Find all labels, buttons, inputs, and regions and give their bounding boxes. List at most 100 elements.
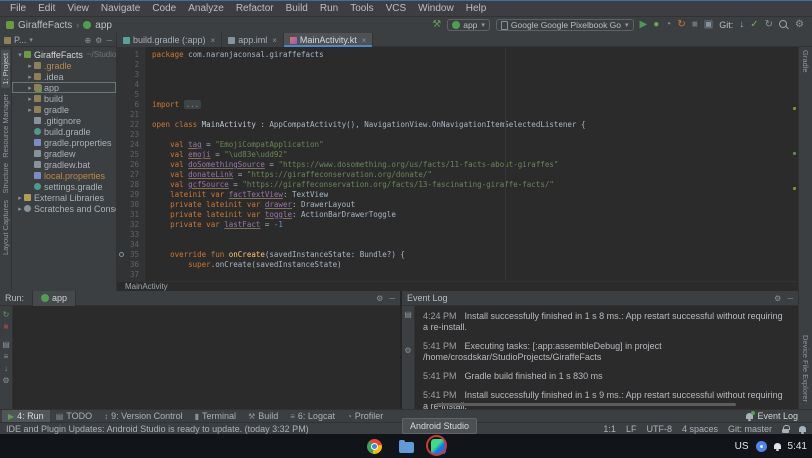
hide-panel-icon[interactable]: ─ <box>389 294 395 303</box>
settings-gear-icon[interactable]: ⚙ <box>795 20 804 30</box>
gutter-line-number[interactable]: 21 <box>117 110 145 120</box>
git-revert-icon[interactable]: ↻ <box>765 20 773 30</box>
profiler-button-icon[interactable]: ◔ <box>665 20 671 30</box>
tree-item-gradlew-bat[interactable]: gradlew.bat <box>12 159 116 170</box>
run-tab-app[interactable]: app <box>32 291 76 306</box>
tree-item-external-libraries[interactable]: ▸External Libraries <box>12 192 116 203</box>
close-tab-icon[interactable]: × <box>272 36 277 45</box>
code-text[interactable] <box>145 90 152 100</box>
hide-panel-icon[interactable]: ─ <box>787 294 793 303</box>
gutter-line-number[interactable]: 3 <box>117 70 145 80</box>
panel-settings-gear-icon[interactable]: ⚙ <box>95 36 102 45</box>
tree-chevron-icon[interactable]: ▸ <box>26 84 34 92</box>
code-text[interactable]: val emoji = "\ud83e\udd92" <box>145 150 287 160</box>
status-utf-8[interactable]: UTF-8 <box>646 424 672 434</box>
code-text[interactable] <box>145 130 152 140</box>
tree-item-build[interactable]: ▸build <box>12 93 116 104</box>
git-commit-icon[interactable]: ✓ <box>750 20 758 30</box>
status-1-1[interactable]: 1:1 <box>603 424 616 434</box>
tool-stripe-structure[interactable]: Structure <box>1 163 10 193</box>
toolwindow-button-9-version-control[interactable]: ↕9: Version Control <box>98 410 189 423</box>
build-hammer-icon[interactable]: ⚒ <box>432 20 441 30</box>
toolwindow-button-profiler[interactable]: ◔Profiler <box>341 410 389 423</box>
horizontal-scrollbar[interactable] <box>436 403 736 406</box>
code-text[interactable]: open class MainActivity : AppCompatActiv… <box>145 120 585 130</box>
gutter-line-number[interactable]: 34 <box>117 240 145 250</box>
tree-item-gradle[interactable]: ▸.gradle <box>12 60 116 71</box>
notification-indicator-icon[interactable] <box>756 441 767 452</box>
gutter-line-number[interactable]: 32 <box>117 220 145 230</box>
console-settings-icon[interactable]: ⚙ <box>2 377 9 385</box>
project-panel-title[interactable]: P... <box>14 35 26 45</box>
notifications-bell-icon[interactable] <box>799 426 806 432</box>
gutter-line-number[interactable]: 4 <box>117 80 145 90</box>
gutter-line-number[interactable]: 31 <box>117 210 145 220</box>
hide-panel-icon[interactable]: ─ <box>106 36 112 45</box>
status-git-master[interactable]: Git: master <box>728 424 772 434</box>
taskbar-chrome-button[interactable] <box>366 438 382 454</box>
code-text[interactable] <box>145 270 152 280</box>
toolwindow-button-terminal[interactable]: ▮Terminal <box>189 410 242 423</box>
event-log-button[interactable]: Event Log <box>746 411 798 421</box>
menu-navigate[interactable]: Navigate <box>95 3 146 14</box>
gutter-line-number[interactable]: 27 <box>117 170 145 180</box>
tree-item-giraffefacts[interactable]: ▾GiraffeFacts~/StudioPro <box>12 49 116 60</box>
tree-chevron-icon[interactable]: ▸ <box>26 106 34 114</box>
gutter-line-number[interactable]: 28 <box>117 180 145 190</box>
tray-bell-icon[interactable] <box>774 443 781 449</box>
keyboard-layout-indicator[interactable]: US <box>735 441 749 452</box>
code-text[interactable]: override fun onCreate(savedInstanceState… <box>145 250 405 260</box>
close-tab-icon[interactable]: × <box>362 36 367 45</box>
tree-item-settings-gradle[interactable]: settings.gradle <box>12 181 116 192</box>
tool-stripe-resource-manager[interactable]: Resource Manager <box>1 94 10 158</box>
gutter-line-number[interactable]: 24 <box>117 140 145 150</box>
lock-icon[interactable] <box>782 425 789 433</box>
code-text[interactable]: val donateLink = "https://giraffeconserv… <box>145 170 432 180</box>
menu-run[interactable]: Run <box>314 3 344 14</box>
menu-analyze[interactable]: Analyze <box>182 3 230 14</box>
run-console[interactable] <box>13 306 400 409</box>
system-tray[interactable]: US 5:41 <box>735 434 807 458</box>
gutter-line-number[interactable]: 36 <box>117 260 145 270</box>
tree-item-build-gradle[interactable]: build.gradle <box>12 126 116 137</box>
stop-icon[interactable]: ■ <box>4 323 9 331</box>
code-text[interactable] <box>145 240 152 250</box>
status-4-spaces[interactable]: 4 spaces <box>682 424 718 434</box>
toolwindow-button-4-run[interactable]: ▶4: Run <box>2 410 50 423</box>
clock[interactable]: 5:41 <box>788 441 807 452</box>
tool-stripe-device-file-explorer[interactable]: Device File Explorer <box>801 335 810 402</box>
toolwindow-button-build[interactable]: ⚒Build <box>242 410 284 423</box>
gutter-line-number[interactable]: 33 <box>117 230 145 240</box>
menu-build[interactable]: Build <box>280 3 314 14</box>
menu-edit[interactable]: Edit <box>32 3 61 14</box>
git-update-icon[interactable]: ↓ <box>739 20 744 30</box>
tree-item-scratches-and-consoles[interactable]: ▸Scratches and Consoles <box>12 203 116 214</box>
code-editor[interactable]: 1package com.naranjaconsal.giraffefacts2… <box>117 47 798 281</box>
code-text[interactable]: import ... <box>145 100 201 110</box>
gutter-line-number[interactable]: 37 <box>117 270 145 280</box>
code-text[interactable]: private var lastFact = -1 <box>145 220 283 230</box>
run-config-selector[interactable]: app ▾ <box>447 19 490 31</box>
taskbar-android-studio-button[interactable] <box>430 438 446 454</box>
attach-debugger-icon[interactable]: ▣ <box>704 20 713 30</box>
close-tab-icon[interactable]: × <box>211 36 216 45</box>
gutter-line-number[interactable]: 29 <box>117 190 145 200</box>
gutter-line-number[interactable]: 5 <box>117 90 145 100</box>
gutter-line-number[interactable]: 25 <box>117 150 145 160</box>
locate-file-icon[interactable]: ⊕ <box>84 36 91 45</box>
device-selector[interactable]: Google Google Pixelbook Go ▾ <box>496 19 634 31</box>
override-marker-icon[interactable] <box>119 252 124 257</box>
code-text[interactable]: lateinit var factTextView: TextView <box>145 190 328 200</box>
tool-stripe-1-project[interactable]: 1: Project <box>1 50 10 88</box>
code-text[interactable]: val gcfSource = "https://giraffeconserva… <box>145 180 554 190</box>
soft-wrap-icon[interactable]: ≡ <box>4 353 9 361</box>
scroll-to-end-icon[interactable]: ↓ <box>4 365 8 373</box>
toolwindow-button-todo[interactable]: ▤TODO <box>50 410 98 423</box>
search-everywhere-icon[interactable] <box>779 20 789 30</box>
gutter-line-number[interactable]: 1 <box>117 50 145 60</box>
menu-window[interactable]: Window <box>412 3 460 14</box>
editor-tab-mainactivity-kt[interactable]: MainActivity.kt× <box>284 33 374 47</box>
menu-help[interactable]: Help <box>460 3 493 14</box>
toolwindow-button-6-logcat[interactable]: ≡6: Logcat <box>284 410 341 423</box>
tree-chevron-icon[interactable]: ▸ <box>26 73 34 81</box>
